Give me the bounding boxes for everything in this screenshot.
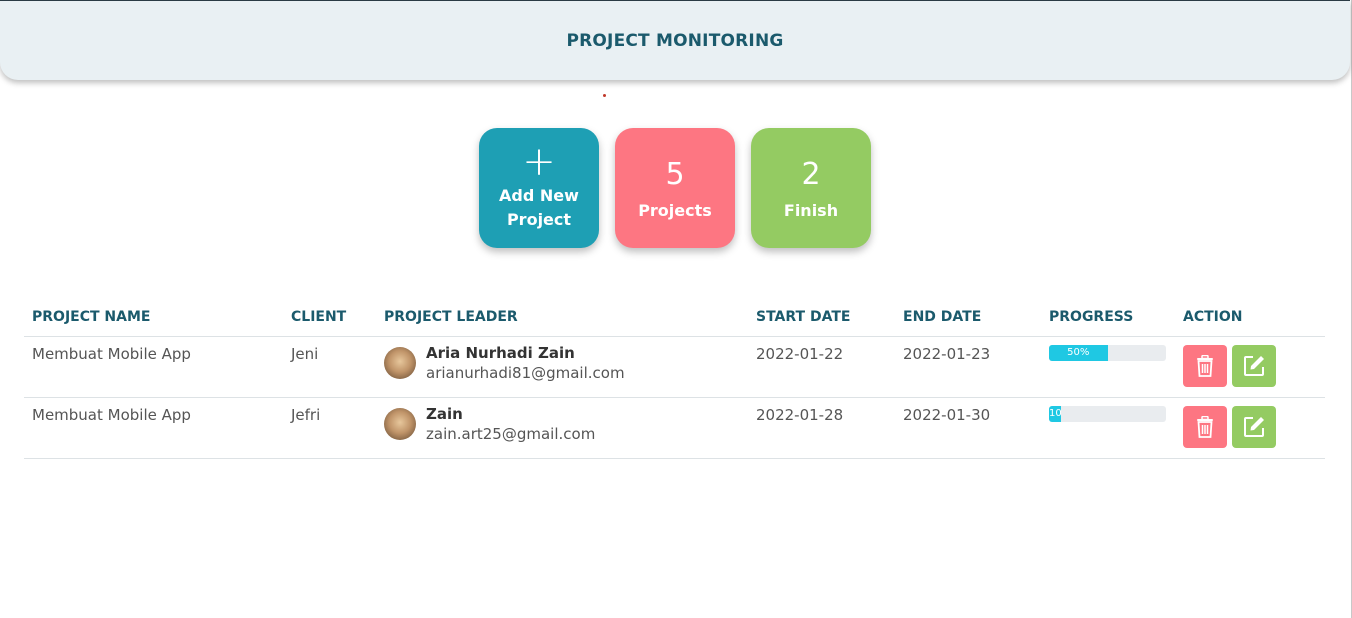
- projects-count-card: 5 Projects: [615, 128, 735, 248]
- projects-table: PROJECT NAME CLIENT PROJECT LEADER START…: [24, 298, 1325, 459]
- finish-count-card: 2 Finish: [751, 128, 871, 248]
- col-client: CLIENT: [283, 298, 376, 337]
- edit-icon: [1244, 355, 1264, 376]
- plus-icon: +: [522, 139, 556, 185]
- cell-start-date: 2022-01-22: [748, 336, 895, 398]
- col-project-name: PROJECT NAME: [24, 298, 283, 337]
- projects-label: Projects: [638, 200, 712, 220]
- progress-fill: 50%: [1049, 344, 1108, 361]
- avatar: [384, 347, 416, 379]
- trash-icon: [1197, 415, 1213, 438]
- progress-bar: 10: [1049, 405, 1166, 422]
- leader-email: zain.art25@gmail.com: [426, 424, 596, 443]
- col-action: ACTION: [1175, 298, 1325, 337]
- delete-button[interactable]: [1183, 405, 1227, 448]
- edit-button[interactable]: [1232, 344, 1276, 387]
- cell-project-leader: Zain zain.art25@gmail.com: [376, 397, 748, 459]
- progress-fill: 10: [1049, 405, 1061, 422]
- edit-button[interactable]: [1232, 405, 1276, 448]
- decorative-dot: [603, 94, 606, 97]
- cell-client: Jeni: [283, 336, 376, 398]
- add-new-project-button[interactable]: + Add New Project: [479, 128, 599, 248]
- avatar: [384, 408, 416, 440]
- col-project-leader: PROJECT LEADER: [376, 298, 748, 337]
- cell-project-name: Membuat Mobile App: [24, 336, 283, 398]
- add-new-project-label: Add New Project: [499, 186, 579, 229]
- cell-start-date: 2022-01-28: [748, 397, 895, 459]
- progress-bar: 50%: [1049, 344, 1166, 361]
- app-header: PROJECT MONITORING: [0, 0, 1350, 80]
- projects-count: 5: [665, 156, 685, 192]
- cell-end-date: 2022-01-23: [895, 336, 1041, 398]
- cell-project-leader: Aria Nurhadi Zain arianurhadi81@gmail.co…: [376, 336, 748, 398]
- cell-end-date: 2022-01-30: [895, 397, 1041, 459]
- delete-button[interactable]: [1183, 344, 1227, 387]
- col-progress: PROGRESS: [1041, 298, 1175, 337]
- edit-icon: [1244, 416, 1264, 437]
- cell-progress: 50%: [1041, 336, 1175, 398]
- page-title: PROJECT MONITORING: [566, 30, 784, 51]
- finish-label: Finish: [783, 200, 839, 220]
- cell-action: [1175, 336, 1325, 398]
- cell-action: [1175, 397, 1325, 459]
- cell-client: Jefri: [283, 397, 376, 459]
- table-row: Membuat Mobile App Jefri Zain zain.art25…: [24, 397, 1325, 459]
- leader-name: Aria Nurhadi Zain: [426, 343, 575, 362]
- trash-icon: [1197, 354, 1213, 377]
- col-start-date: START DATE: [748, 298, 895, 337]
- col-end-date: END DATE: [895, 298, 1041, 337]
- leader-name: Zain: [426, 404, 463, 423]
- cell-project-name: Membuat Mobile App: [24, 397, 283, 459]
- cell-progress: 10: [1041, 397, 1175, 459]
- table-row: Membuat Mobile App Jeni Aria Nurhadi Zai…: [24, 336, 1325, 398]
- finish-count: 2: [801, 156, 821, 192]
- table-header-row: PROJECT NAME CLIENT PROJECT LEADER START…: [24, 298, 1325, 337]
- leader-email: arianurhadi81@gmail.com: [426, 363, 625, 382]
